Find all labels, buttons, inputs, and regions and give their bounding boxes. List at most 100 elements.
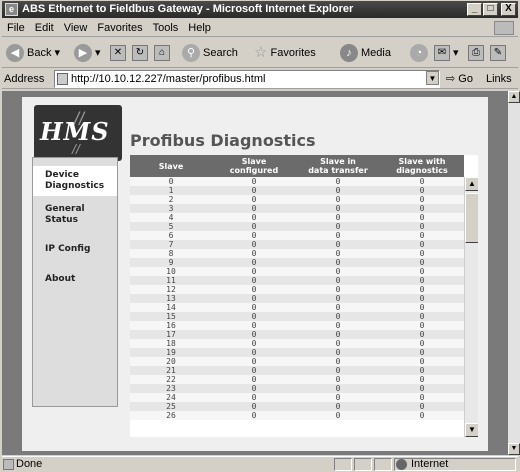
nav-general-status[interactable]: General Status <box>33 200 117 230</box>
title-bar: e ABS Ethernet to Fieldbus Gateway - Mic… <box>2 1 518 18</box>
table-cell: 10 <box>130 267 212 276</box>
maximize-button[interactable]: □ <box>483 3 498 16</box>
table-scroll-thumb[interactable] <box>465 193 478 243</box>
table-cell: 6 <box>130 231 212 240</box>
minimize-button[interactable]: _ <box>467 3 482 16</box>
star-icon: ☆ <box>254 44 268 62</box>
table-cell: 0 <box>380 330 464 339</box>
page-status-icon <box>3 459 14 470</box>
table-cell: 0 <box>296 339 380 348</box>
table-cell: 0 <box>380 240 464 249</box>
table-cell: 24 <box>130 393 212 402</box>
table-row: 4000 <box>130 213 464 222</box>
table-cell: 0 <box>380 285 464 294</box>
nav-about[interactable]: About <box>33 270 117 290</box>
table-row: 19 0 0 0 <box>130 348 464 357</box>
menu-help[interactable]: Help <box>183 19 216 37</box>
go-button[interactable]: ⇨ Go <box>446 69 473 89</box>
table-cell: 0 <box>380 348 464 357</box>
table-cell: 0 <box>296 267 380 276</box>
address-dropdown-button[interactable]: ▼ <box>426 71 439 85</box>
table-cell: 0 <box>296 249 380 258</box>
table-cell: 0 <box>212 240 296 249</box>
nav-device-diagnostics[interactable]: Device Diagnostics <box>33 166 117 196</box>
table-row: 17 0 0 0 <box>130 330 464 339</box>
table-header-row: Slave Slave configured Slave in data trans… <box>130 155 464 177</box>
table-cell: 0 <box>296 411 380 420</box>
table-scroll-down-icon[interactable]: ▼ <box>465 423 478 437</box>
table-cell: 0 <box>296 303 380 312</box>
table-cell: 0 <box>296 195 380 204</box>
forward-button[interactable]: ▶ ▾ <box>74 43 101 63</box>
table-cell: 0 <box>296 258 380 267</box>
stop-button[interactable]: ✕ <box>110 43 126 63</box>
table-cell: 0 <box>212 294 296 303</box>
header-slave-diagnostics: Slave with diagnostics <box>380 155 464 177</box>
table-row: 5000 <box>130 222 464 231</box>
page-viewport: // HMS // Profibus Diagnostics Device Di… <box>2 91 508 455</box>
table-cell: 7 <box>130 240 212 249</box>
table-cell: 0 <box>380 357 464 366</box>
table-scroll-up-icon[interactable]: ▲ <box>465 177 478 191</box>
table-cell: 0 <box>212 411 296 420</box>
menu-file[interactable]: File <box>2 19 30 37</box>
page-scrollbar[interactable]: ▲ ▼ <box>508 91 520 455</box>
home-button[interactable]: ⌂ <box>154 43 170 63</box>
menu-favorites[interactable]: Favorites <box>92 19 147 37</box>
table-cell: 0 <box>380 231 464 240</box>
go-arrow-icon: ⇨ <box>446 73 456 85</box>
header-slave-data-transfer: Slave in data transfer <box>296 155 380 177</box>
table-cell: 25 <box>130 402 212 411</box>
refresh-button[interactable]: ↻ <box>132 43 148 63</box>
table-cell: 0 <box>212 186 296 195</box>
address-input[interactable]: http://10.10.12.227/master/profibus.html <box>54 70 440 88</box>
table-cell: 0 <box>212 339 296 348</box>
status-bar: Done Internet <box>2 456 518 471</box>
menu-edit[interactable]: Edit <box>30 19 59 37</box>
table-row: 0000 <box>130 177 464 186</box>
table-cell: 0 <box>212 384 296 393</box>
page-scroll-up-icon[interactable]: ▲ <box>508 91 520 103</box>
close-button[interactable]: X <box>501 3 516 16</box>
table-row: 26 0 0 0 <box>130 411 464 420</box>
print-button[interactable]: ⎙ <box>468 43 484 63</box>
status-text: Done <box>16 458 43 470</box>
table-cell: 11 <box>130 276 212 285</box>
page-icon <box>57 73 68 85</box>
table-cell: 0 <box>296 393 380 402</box>
table-scrollbar[interactable]: ▲ ▼ <box>464 177 478 437</box>
diagnostics-table: Slave Slave configured Slave in data trans… <box>130 155 464 420</box>
table-row: 20 0 0 0 <box>130 357 464 366</box>
nav-ip-config[interactable]: IP Config <box>33 240 117 260</box>
table-cell: 0 <box>212 366 296 375</box>
table-cell: 0 <box>212 285 296 294</box>
table-cell: 0 <box>380 249 464 258</box>
table-row: 3000 <box>130 204 464 213</box>
table-row: 21 0 0 0 <box>130 366 464 375</box>
table-cell: 13 <box>130 294 212 303</box>
mail-button[interactable]: ✉ ▾ <box>434 43 459 63</box>
table-row: 1000 <box>130 186 464 195</box>
table-cell: 0 <box>212 222 296 231</box>
history-button[interactable]: ◔ <box>410 43 431 63</box>
table-cell: 0 <box>380 402 464 411</box>
media-button[interactable]: ♪ Media <box>340 43 391 63</box>
back-button[interactable]: ◀ Back ▾ <box>6 43 60 63</box>
edit-button[interactable]: ✎ <box>490 43 506 63</box>
side-nav: Device Diagnostics General Status IP Con… <box>32 157 118 407</box>
menu-view[interactable]: View <box>59 19 93 37</box>
table-cell: 0 <box>380 384 464 393</box>
menu-tools[interactable]: Tools <box>148 19 184 37</box>
table-row: 12 0 0 0 <box>130 285 464 294</box>
page-scroll-down-icon[interactable]: ▼ <box>508 443 520 455</box>
header-slave: Slave <box>130 155 212 177</box>
media-icon: ♪ <box>340 44 358 63</box>
table-cell: 0 <box>212 258 296 267</box>
table-cell: 0 <box>296 357 380 366</box>
table-cell: 8 <box>130 249 212 258</box>
table-cell: 20 <box>130 357 212 366</box>
table-cell: 0 <box>212 330 296 339</box>
favorites-button[interactable]: ☆ Favorites <box>254 43 316 63</box>
table-row: 25 0 0 0 <box>130 402 464 411</box>
search-button[interactable]: ⚲ Search <box>182 43 238 63</box>
